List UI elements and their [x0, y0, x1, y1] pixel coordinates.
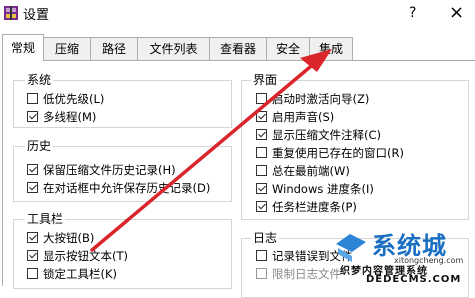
help-button[interactable]: ? [409, 5, 416, 21]
tab-security[interactable]: 安全 [266, 37, 310, 60]
group-history-label: 历史 [25, 139, 54, 153]
tab-file-list[interactable]: 文件列表 [137, 37, 210, 60]
window-title: 设置 [23, 8, 50, 23]
checkbox[interactable] [27, 111, 38, 122]
close-button[interactable]: × [449, 2, 464, 23]
checkbox[interactable] [256, 93, 267, 104]
checkbox[interactable] [27, 164, 38, 175]
checkbox[interactable] [256, 111, 267, 122]
checkbox[interactable] [256, 183, 267, 194]
checkbox[interactable] [27, 268, 38, 279]
checkbox[interactable] [27, 232, 38, 243]
windows-logo-icon [336, 234, 366, 262]
checkbox[interactable] [27, 182, 38, 193]
tab-compression[interactable]: 压缩 [43, 37, 91, 60]
checkbox[interactable] [27, 250, 38, 261]
checkbox[interactable] [256, 129, 267, 140]
checkbox[interactable] [256, 147, 267, 158]
tab-integration[interactable]: 集成 [309, 37, 353, 60]
tab-viewer[interactable]: 查看器 [209, 37, 267, 60]
checkbox[interactable] [256, 201, 267, 212]
tab-bar: 常规 压缩 路径 文件列表 查看器 安全 集成 [0, 34, 475, 61]
watermark: 系统城 xitongcheng.com 织梦内容管理系统 DEDECMS.COM [314, 226, 475, 286]
group-log-label: 日志 [251, 231, 280, 245]
watermark-cms-url: DEDECMS.COM [366, 274, 462, 285]
tab-general[interactable]: 常规 [2, 34, 44, 61]
checkbox[interactable] [256, 268, 267, 279]
checkbox[interactable] [256, 165, 267, 176]
title-bar: 设置 ? × [0, 0, 475, 34]
group-toolbar-label: 工具栏 [25, 212, 66, 226]
checkbox[interactable] [27, 93, 38, 104]
archive-app-icon [4, 6, 18, 20]
checkbox[interactable] [256, 250, 267, 261]
tab-paths[interactable]: 路径 [90, 37, 138, 60]
group-system-label: 系统 [25, 73, 54, 87]
group-interface-label: 界面 [251, 73, 280, 87]
